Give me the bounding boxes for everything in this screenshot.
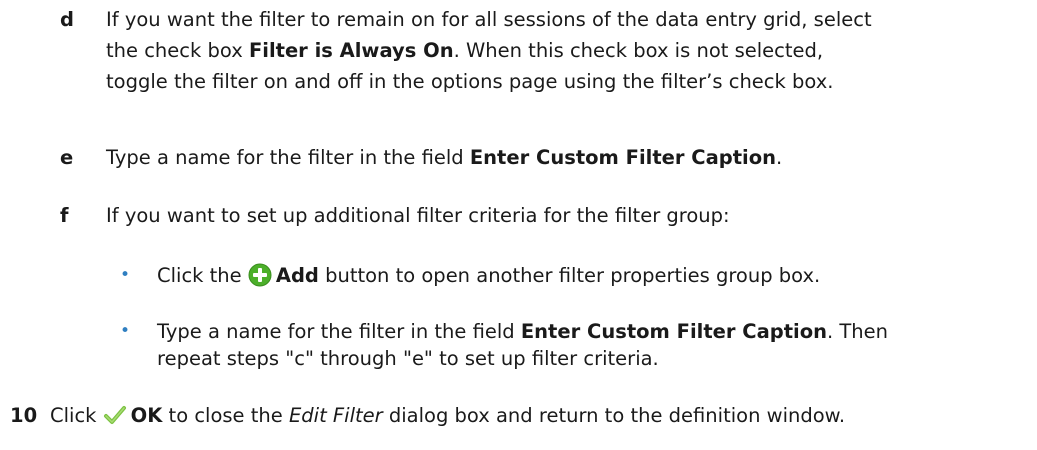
step-marker-d: d: [60, 8, 74, 31]
bullet-item-add-text: Click the Add button to open another fil…: [157, 260, 1027, 291]
step-d-line-2-pre: the check box: [106, 39, 249, 62]
ok-button-label: OK: [130, 404, 163, 427]
bullet-dot: •: [120, 321, 131, 341]
step-marker-f: f: [60, 204, 69, 227]
step-f-text: If you want to set up additional filter …: [106, 204, 730, 227]
step-marker-e: e: [60, 146, 74, 169]
step-marker-10: 10: [10, 404, 38, 427]
step-e: e Type a name for the filter in the fiel…: [0, 142, 1037, 174]
custom-filter-caption-label-2: Enter Custom Filter Caption: [520, 320, 827, 343]
step-10-text: Click OK to close the Edit Filter dialog…: [50, 400, 1035, 431]
add-icon: [248, 263, 272, 287]
bullet-dot: •: [120, 265, 131, 285]
step-f: f If you want to set up additional filte…: [0, 200, 1037, 232]
bullet-item-caption-text: Type a name for the filter in the field …: [157, 316, 1027, 374]
step-d-line-2-post: . When this check box is not selected,: [453, 39, 824, 62]
document-page: d If you want the filter to remain on fo…: [0, 0, 1037, 450]
bullet-1-pre: Click the: [157, 264, 248, 287]
filter-always-on-label: Filter is Always On: [248, 39, 454, 62]
bullet-1-post: button to open another filter properties…: [318, 264, 821, 287]
step-10-pre: Click: [50, 404, 103, 427]
bullet-item-caption: • Type a name for the filter in the fiel…: [0, 316, 1037, 378]
step-e-text: Type a name for the filter in the field …: [106, 142, 1026, 173]
custom-filter-caption-label: Enter Custom Filter Caption: [469, 146, 776, 169]
step-d: d If you want the filter to remain on fo…: [0, 4, 1037, 104]
step-d-line-1: If you want the filter to remain on for …: [106, 8, 872, 31]
step-10-mid: to close the: [162, 404, 289, 427]
edit-filter-dialog-name: Edit Filter: [288, 404, 383, 427]
bullet-2-post: . Then: [827, 320, 889, 343]
step-d-line-3: toggle the filter on and off in the opti…: [106, 70, 834, 93]
add-button-label: Add: [275, 264, 319, 287]
step-e-post: .: [776, 146, 783, 169]
step-10: 10 Click OK to close the Edit Filter dia…: [0, 400, 1037, 432]
step-e-pre: Type a name for the filter in the field: [106, 146, 470, 169]
bullet-2-line-2: repeat steps "c" through "e" to set up f…: [157, 347, 659, 370]
bullet-2-pre: Type a name for the filter in the field: [157, 320, 521, 343]
step-d-text: If you want the filter to remain on for …: [106, 4, 1026, 97]
bullet-item-add: • Click the Add button to open another f…: [0, 260, 1037, 292]
step-10-post: dialog box and return to the definition …: [382, 404, 846, 427]
step-d-line-2: the check box Filter is Always On. When …: [106, 35, 1026, 66]
checkmark-icon: [103, 403, 127, 427]
